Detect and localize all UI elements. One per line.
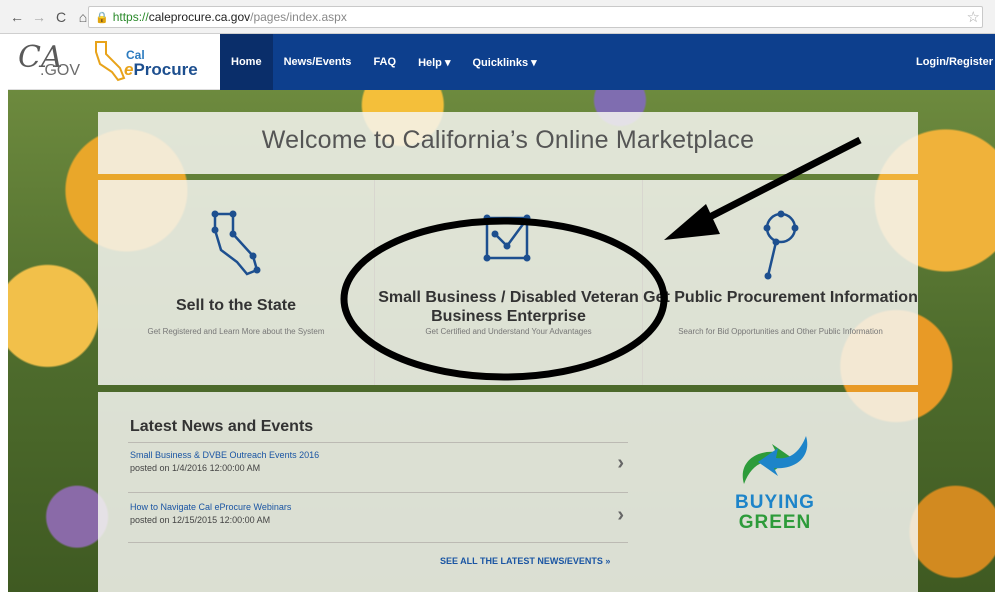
news-item[interactable]: How to Navigate Cal eProcure Webinars po… <box>128 496 628 542</box>
news-item-title[interactable]: Small Business & DVBE Outreach Events 20… <box>130 450 319 460</box>
card-description: Search for Bid Opportunities and Other P… <box>678 327 883 336</box>
buying-text: BUYING <box>735 492 815 513</box>
card-sell-to-state[interactable]: Sell to the State Get Registered and Lea… <box>98 180 374 385</box>
card-public-procurement[interactable]: Get Public Procurement Information Searc… <box>642 180 918 385</box>
leaf-arrows-icon <box>742 436 808 484</box>
card-title: Sell to the State <box>175 297 297 314</box>
buying-green-logo[interactable]: BUYING GREEN <box>710 428 840 548</box>
nav-quicklinks[interactable]: Quicklinks ▾ <box>461 34 547 90</box>
see-all-news-link[interactable]: SEE ALL THE LATEST NEWS/EVENTS » <box>440 556 610 566</box>
reload-icon[interactable]: C <box>52 9 70 25</box>
welcome-banner: Welcome to California’s Online Marketpla… <box>98 112 918 174</box>
main-navigation: Home News/Events FAQ Help ▾ Quicklinks ▾… <box>220 34 995 90</box>
chevron-right-icon[interactable]: › <box>617 452 624 475</box>
back-arrow-icon[interactable]: ← <box>8 9 26 25</box>
news-heading: Latest News and Events <box>130 418 314 435</box>
card-description: Get Certified and Understand Your Advant… <box>425 327 592 336</box>
california-map-icon <box>211 210 261 276</box>
ep-procure-text: eProcure <box>124 60 198 80</box>
card-small-business[interactable]: Small Business / Disabled Veteran Busine… <box>374 180 642 385</box>
site-header: CA .GOV Cal eProcure Home News/Events FA… <box>8 34 995 90</box>
card-title: Get Public Procurement Information <box>643 289 918 306</box>
url-path: /pages/index.aspx <box>250 10 347 24</box>
url-host: caleprocure.ca.gov <box>148 10 251 24</box>
magnifier-network-icon <box>763 210 798 280</box>
lock-icon: 🔒 <box>95 11 109 24</box>
card-title: Small Business / Disabled Veteran Busine… <box>378 289 639 325</box>
divider <box>128 442 628 443</box>
card-description: Get Registered and Learn More about the … <box>147 327 325 336</box>
login-register-link[interactable]: Login/Register <box>916 56 995 68</box>
cal-eprocure-logo[interactable]: Cal eProcure <box>90 38 210 86</box>
news-item-date: posted on 1/4/2016 12:00:00 AM <box>130 463 261 473</box>
nav-help[interactable]: Help ▾ <box>407 34 461 90</box>
divider <box>128 492 628 493</box>
ep-procure-word: Procure <box>133 60 198 79</box>
bookmark-star-icon[interactable]: ☆ <box>967 8 980 26</box>
news-item[interactable]: Small Business & DVBE Outreach Events 20… <box>128 444 628 490</box>
nav-news-events[interactable]: News/Events <box>273 34 363 90</box>
address-bar[interactable]: 🔒 https:// caleprocure.ca.gov /pages/ind… <box>88 6 983 28</box>
checkbox-network-icon <box>483 214 530 262</box>
forward-arrow-icon[interactable]: → <box>30 9 48 25</box>
feature-cards: Sell to the State Get Registered and Lea… <box>98 180 918 385</box>
news-item-date: posted on 12/15/2015 12:00:00 AM <box>130 515 271 525</box>
gov-logo-text: .GOV <box>40 62 81 79</box>
url-scheme: https:// <box>112 10 149 24</box>
welcome-title: Welcome to California’s Online Marketpla… <box>261 126 755 154</box>
divider <box>128 542 628 543</box>
green-text: GREEN <box>738 512 812 533</box>
news-item-title[interactable]: How to Navigate Cal eProcure Webinars <box>130 502 291 512</box>
ca-gov-logo[interactable]: CA .GOV <box>18 40 88 84</box>
chevron-right-icon[interactable]: › <box>617 504 624 527</box>
browser-toolbar: ← → C ⌂ 🔒 https:// caleprocure.ca.gov /p… <box>0 0 995 34</box>
hero-background: Welcome to California’s Online Marketpla… <box>8 90 995 592</box>
nav-home[interactable]: Home <box>220 34 273 90</box>
nav-faq[interactable]: FAQ <box>362 34 407 90</box>
news-panel: Latest News and Events Small Business & … <box>98 392 918 592</box>
